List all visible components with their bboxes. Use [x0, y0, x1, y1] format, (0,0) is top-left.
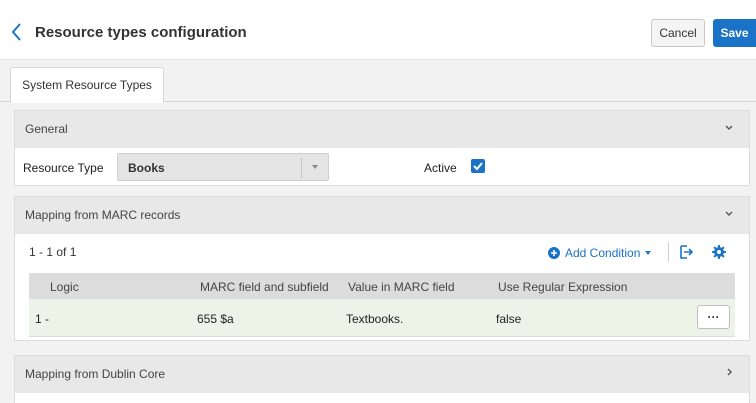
cell-logic: 1 -: [35, 312, 50, 326]
page-title: Resource types configuration: [35, 24, 247, 41]
save-button[interactable]: Save: [713, 19, 756, 47]
caret-down-icon: [645, 251, 652, 255]
chevron-down-icon[interactable]: [722, 120, 736, 134]
add-condition-button[interactable]: Add Condition: [548, 244, 652, 262]
resource-type-value: Books: [128, 161, 165, 175]
column-header-value[interactable]: Value in MARC field: [348, 280, 455, 294]
dublin-core-section-header[interactable]: Mapping from Dublin Core: [15, 356, 749, 393]
page-header: Resource types configuration Cancel Save: [0, 0, 756, 60]
resource-type-select[interactable]: Books: [117, 153, 329, 181]
general-section-title: General: [25, 122, 68, 136]
cancel-button[interactable]: Cancel: [651, 19, 705, 47]
select-divider: [301, 158, 302, 178]
marc-mapping-section: Mapping from MARC records 1 - 1 of 1 Add…: [14, 196, 750, 341]
dublin-core-section: Mapping from Dublin Core: [14, 355, 750, 403]
table-header: Logic MARC field and subfield Value in M…: [29, 273, 735, 299]
cell-marc-field: 655 $a: [197, 312, 234, 326]
tab-strip: System Resource Types: [0, 60, 756, 103]
active-checkbox[interactable]: [471, 159, 485, 173]
chevron-down-icon[interactable]: [722, 206, 736, 220]
chevron-right-icon[interactable]: [722, 365, 736, 379]
cell-regex: false: [496, 312, 522, 326]
gear-icon[interactable]: [711, 244, 727, 260]
cell-value: Textbooks.: [346, 312, 404, 326]
tab-system-resource-types[interactable]: System Resource Types: [10, 67, 164, 103]
row-actions-button[interactable]: ···: [697, 305, 730, 329]
back-arrow-icon[interactable]: [9, 21, 25, 43]
resource-type-label: Resource Type: [23, 161, 104, 175]
results-count: 1 - 1 of 1: [29, 245, 77, 259]
general-section-header[interactable]: General: [15, 111, 749, 148]
column-header-marc-field[interactable]: MARC field and subfield: [200, 280, 329, 294]
caret-down-icon: [312, 165, 318, 169]
plus-circle-icon: [548, 247, 560, 259]
marc-section-header[interactable]: Mapping from MARC records: [15, 197, 749, 234]
active-label: Active: [424, 161, 457, 175]
general-section: General Resource Type Books Active: [14, 110, 750, 186]
column-header-regex[interactable]: Use Regular Expression: [498, 280, 627, 294]
table-row[interactable]: 1 - 655 $a Textbooks. false ···: [29, 299, 735, 337]
marc-section-title: Mapping from MARC records: [25, 208, 181, 222]
add-condition-label: Add Condition: [565, 246, 641, 260]
dublin-core-section-title: Mapping from Dublin Core: [25, 367, 166, 381]
export-icon[interactable]: [678, 244, 694, 260]
toolbar-divider: [668, 242, 669, 262]
column-header-logic[interactable]: Logic: [50, 280, 79, 294]
